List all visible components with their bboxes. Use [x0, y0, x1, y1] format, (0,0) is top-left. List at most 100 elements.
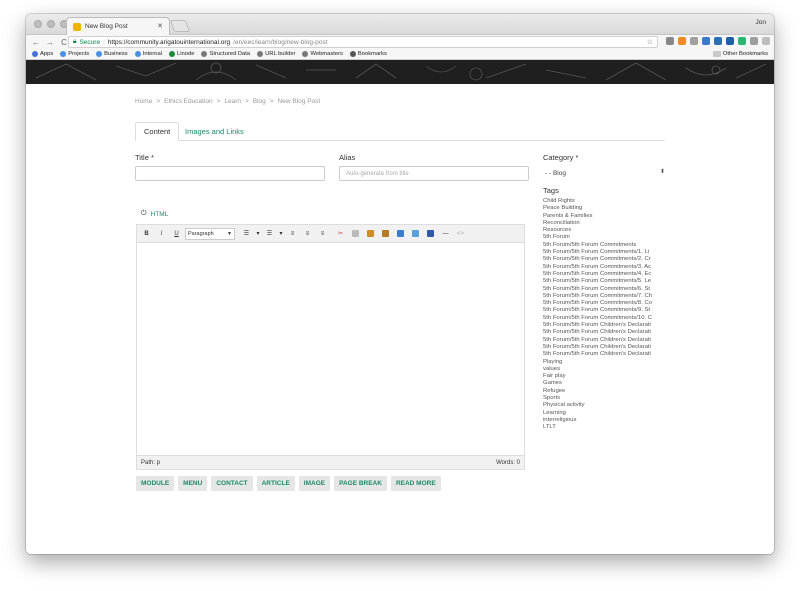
- title-input[interactable]: [135, 166, 325, 181]
- code-icon[interactable]: <>: [454, 228, 467, 240]
- bookmark-item[interactable]: Structured Data: [201, 51, 250, 57]
- tag-option[interactable]: 5th Forum/5th Forum Children's Declarati: [543, 337, 667, 344]
- link-icon[interactable]: [394, 228, 407, 240]
- align-right-icon[interactable]: ≡: [316, 228, 329, 240]
- tag-option[interactable]: Sports: [543, 395, 667, 402]
- html-toggle[interactable]: ⏻ HTML: [141, 210, 168, 218]
- tag-option[interactable]: Peace Building: [543, 205, 667, 212]
- cut-icon[interactable]: ✂: [334, 228, 347, 240]
- bookmark-item[interactable]: Linode: [169, 51, 194, 57]
- url-input[interactable]: 🔒︎ Secure | https://community.arigatouin…: [68, 36, 658, 48]
- article-button[interactable]: ARTICLE: [256, 476, 295, 491]
- paste-text-icon[interactable]: [379, 228, 392, 240]
- contact-button[interactable]: CONTACT: [211, 476, 253, 491]
- tag-option[interactable]: 5th Forum/5th Forum Commitments/8. Co: [543, 300, 667, 307]
- tag-option[interactable]: 5th Forum/5th Forum Commitments/6. St: [543, 286, 667, 293]
- tag-option[interactable]: LTLT: [543, 424, 667, 431]
- extension-icon[interactable]: [678, 37, 686, 45]
- read-more-button[interactable]: READ MORE: [390, 476, 441, 491]
- extension-icon[interactable]: [726, 37, 734, 45]
- tag-option[interactable]: 5th Forum/5th Forum Commitments/2. Cr: [543, 256, 667, 263]
- tag-option[interactable]: Parents & Families: [543, 213, 667, 220]
- numbered-list-icon[interactable]: ☰: [263, 228, 276, 240]
- tag-option[interactable]: 5th Forum/5th Forum Commitments/5. Le: [543, 278, 667, 285]
- category-select[interactable]: - - Blog ⬍: [543, 166, 667, 180]
- back-icon[interactable]: ←: [32, 38, 40, 47]
- profile-name[interactable]: Jon: [756, 19, 766, 26]
- browser-tab[interactable]: New Blog Post ✕: [66, 17, 170, 35]
- format-select[interactable]: Paragraph ▼: [185, 227, 235, 240]
- breadcrumb-item[interactable]: Blog: [253, 98, 266, 105]
- breadcrumb-item[interactable]: Ethics Education: [164, 98, 212, 105]
- tab-content[interactable]: Content: [135, 122, 180, 141]
- chevron-down-icon[interactable]: ▾: [255, 228, 261, 240]
- horizontal-rule-icon[interactable]: —: [439, 228, 452, 240]
- bookmark-item[interactable]: Business: [96, 51, 128, 57]
- bullet-list-icon[interactable]: ☰: [240, 228, 253, 240]
- tag-option[interactable]: 5th Forum/5th Forum Children's Declarati: [543, 322, 667, 329]
- tags-list[interactable]: Child Rights Peace Building Parents & Fami…: [543, 198, 667, 432]
- paste-icon[interactable]: [364, 228, 377, 240]
- tag-option[interactable]: Fair play: [543, 373, 667, 380]
- minimize-window-button[interactable]: [47, 20, 55, 28]
- tag-option[interactable]: 5th Forum/5th Forum Children's Declarati: [543, 329, 667, 336]
- tab-images-and-links[interactable]: Images and Links: [177, 122, 252, 141]
- module-button[interactable]: MODULE: [136, 476, 175, 491]
- bookmark-item[interactable]: Internal: [134, 51, 162, 57]
- tag-option[interactable]: 5th Forum/5th Forum Commitments/9. St: [543, 307, 667, 314]
- tag-option[interactable]: 5th Forum/5th Forum Commitments/10. C: [543, 315, 667, 322]
- tag-option[interactable]: interreligious: [543, 417, 667, 424]
- breadcrumb-item[interactable]: Home: [135, 98, 152, 105]
- extension-icon[interactable]: [750, 37, 758, 45]
- image-button[interactable]: IMAGE: [298, 476, 331, 491]
- tag-option[interactable]: Physical activity: [543, 402, 667, 409]
- tag-option[interactable]: 5th Forum/5th Forum Children's Declarati: [543, 344, 667, 351]
- tag-option[interactable]: Learning: [543, 410, 667, 417]
- tag-option[interactable]: Refugee: [543, 388, 667, 395]
- copy-icon[interactable]: [349, 228, 362, 240]
- extension-icon[interactable]: [702, 37, 710, 45]
- bold-icon[interactable]: B: [140, 228, 153, 240]
- close-icon[interactable]: ✕: [157, 22, 163, 30]
- tag-option[interactable]: 5th Forum/5th Forum Commitments/4. Ec: [543, 271, 667, 278]
- tag-option[interactable]: values: [543, 366, 667, 373]
- tag-option[interactable]: Playing: [543, 359, 667, 366]
- other-bookmarks[interactable]: Other Bookmarks: [712, 51, 768, 57]
- breadcrumb-item[interactable]: New Blog Post: [278, 98, 321, 105]
- bookmark-item[interactable]: Apps: [32, 51, 53, 57]
- extension-icon[interactable]: [690, 37, 698, 45]
- media-icon[interactable]: [424, 228, 437, 240]
- bookmark-item[interactable]: URL builder: [257, 51, 295, 57]
- reload-icon[interactable]: C: [60, 38, 68, 47]
- close-window-button[interactable]: [34, 20, 42, 28]
- page-break-button[interactable]: PAGE BREAK: [334, 476, 387, 491]
- new-tab-button[interactable]: [169, 20, 191, 32]
- extension-icon[interactable]: [738, 37, 746, 45]
- forward-icon[interactable]: →: [46, 38, 54, 47]
- star-icon[interactable]: ☆: [647, 38, 653, 46]
- breadcrumb-item[interactable]: Learn: [224, 98, 241, 105]
- align-left-icon[interactable]: ≡: [286, 228, 299, 240]
- tag-option[interactable]: 5th Forum/5th Forum Children's Declarati: [543, 351, 667, 358]
- menu-button[interactable]: MENU: [178, 476, 208, 491]
- tag-option[interactable]: 5th Forum/5th Forum Commitments/3. Ac: [543, 264, 667, 271]
- tag-option[interactable]: 5th Forum/5th Forum Commitments/7. Ch: [543, 293, 667, 300]
- alias-input[interactable]: Auto-generate from title: [339, 166, 529, 181]
- tag-option[interactable]: Resources: [543, 227, 667, 234]
- tag-option[interactable]: Games: [543, 380, 667, 387]
- tag-option[interactable]: 5th Forum/5th Forum Commitments/1. Li: [543, 249, 667, 256]
- image-icon[interactable]: [409, 228, 422, 240]
- bookmark-item[interactable]: Bookmarks: [349, 51, 387, 57]
- bookmark-item[interactable]: Projects: [60, 51, 89, 57]
- tag-option[interactable]: Reconciliation: [543, 220, 667, 227]
- extension-icon[interactable]: [762, 37, 770, 45]
- underline-icon[interactable]: U: [170, 228, 183, 240]
- extension-icon[interactable]: [714, 37, 722, 45]
- tag-option[interactable]: 5th Forum/5th Forum Commitments: [543, 242, 667, 249]
- tag-option[interactable]: 5th Forum: [543, 234, 667, 241]
- italic-icon[interactable]: I: [155, 228, 168, 240]
- tag-option[interactable]: Child Rights: [543, 198, 667, 205]
- chevron-down-icon[interactable]: ▾: [278, 228, 284, 240]
- extension-icon[interactable]: [666, 37, 674, 45]
- bookmark-item[interactable]: Webmasters: [302, 51, 343, 57]
